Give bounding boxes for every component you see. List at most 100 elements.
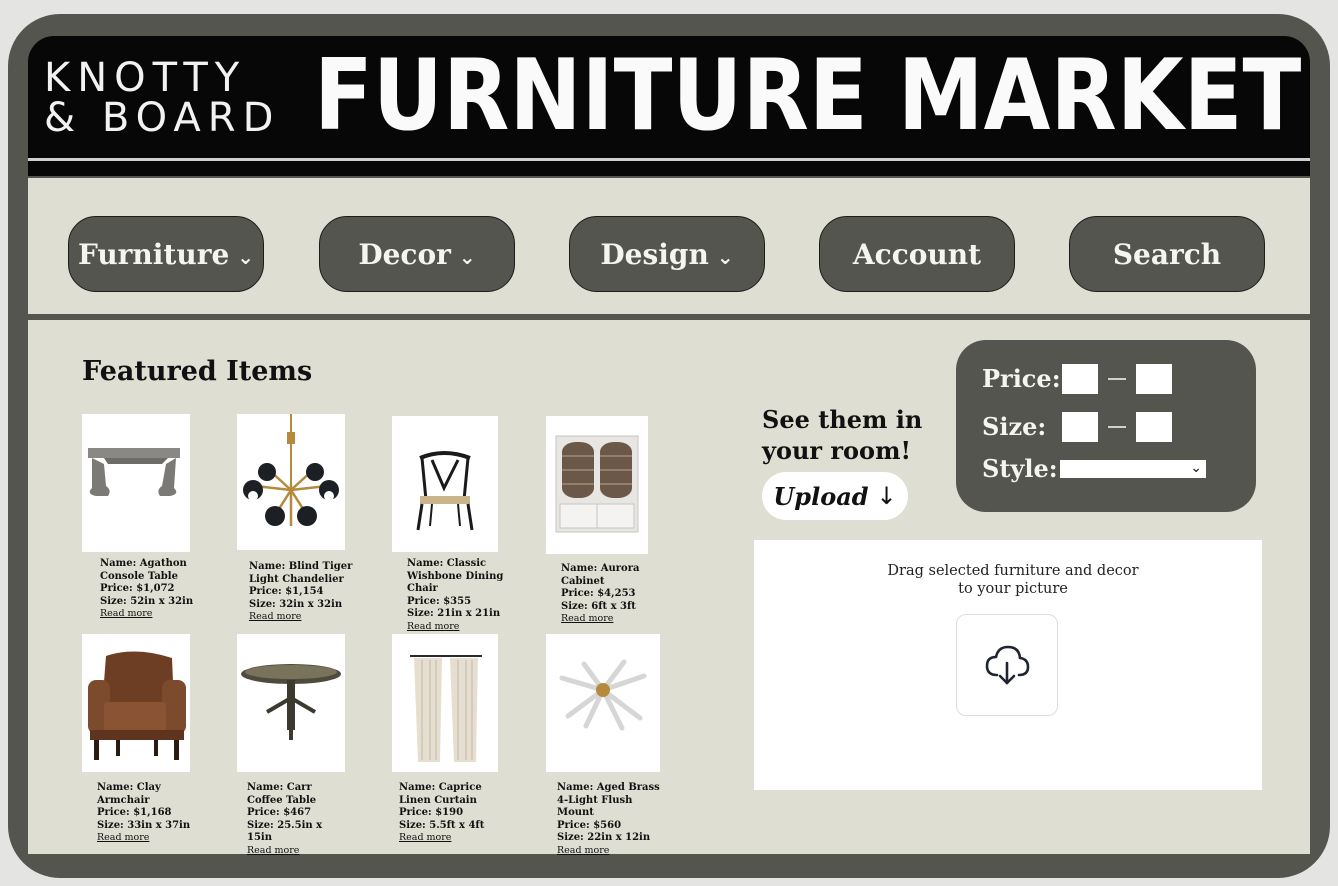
product-price: Price: $560 [557, 819, 622, 831]
product-image-coffee-table[interactable] [237, 634, 345, 772]
read-more-link[interactable]: Read more [97, 832, 197, 845]
style-select[interactable]: ⌄ [1060, 460, 1206, 478]
product-image-console-table[interactable] [82, 414, 190, 552]
product-name: Name: Caprice Linen Curtain [399, 782, 482, 806]
product-size: Size: 22in x 12in [557, 832, 651, 843]
read-more-link[interactable]: Read more [561, 613, 651, 626]
size-range-dash [1108, 426, 1126, 428]
product-info-chandelier: Name: Blind Tiger Light Chandelier Price… [249, 561, 353, 624]
main-content: Featured Items Name: Agathon Console Tab… [28, 320, 1310, 857]
nav-furniture-button[interactable]: Furniture ⌄ [68, 216, 264, 292]
room-title-line-1: See them in [762, 405, 923, 434]
price-min-input[interactable] [1062, 364, 1098, 394]
console-table-icon [88, 448, 180, 496]
product-price: Price: $467 [247, 807, 312, 818]
cabinet-icon [555, 435, 639, 533]
product-image-cabinet[interactable] [546, 416, 648, 554]
chevron-down-icon: ⌄ [237, 245, 255, 269]
product-name: Name: Aurora Cabinet [561, 563, 640, 587]
product-image-flush-mount[interactable] [546, 634, 660, 772]
featured-title: Featured Items [82, 356, 313, 387]
product-image-chandelier[interactable] [237, 414, 345, 550]
product-info-console-table: Name: Agathon Console Table Price: $1,07… [100, 558, 204, 621]
cloud-download-icon [985, 645, 1030, 685]
product-size: Size: 6ft x 3ft [561, 600, 636, 612]
nav-design-label: Design [600, 237, 709, 271]
product-info-curtain: Name: Caprice Linen Curtain Price: $190 … [399, 782, 499, 845]
read-more-link[interactable]: Read more [247, 845, 347, 858]
product-name: Name: Classic Wishbone Dining Chair [407, 558, 504, 594]
arrow-down-icon: ↓ [876, 482, 897, 510]
nav-decor-label: Decor [358, 237, 451, 271]
banner-divider [28, 158, 1310, 161]
brand-line-1: KNOTTY [44, 55, 247, 101]
read-more-link[interactable]: Read more [399, 832, 499, 845]
nav-search-label: Search [1112, 237, 1222, 271]
header-banner: KNOTTY & BOARD FURNITURE MARKET [28, 36, 1310, 176]
brand-line-2: & BOARD [44, 95, 281, 141]
upload-label: Upload [773, 481, 869, 511]
product-size: Size: 25.5in x 15in [247, 819, 323, 844]
room-title-line-2: your room! [762, 436, 911, 465]
brand-logo[interactable]: KNOTTY & BOARD [44, 58, 280, 138]
flush-mount-icon [559, 659, 647, 731]
price-filter-label: Price: [982, 364, 1061, 393]
product-price: Price: $355 [407, 595, 472, 607]
picture-drop-zone[interactable]: Drag selected furniture and decor to you… [754, 540, 1262, 790]
site-title: FURNITURE MARKET [314, 39, 1302, 153]
product-size: Size: 32in x 32in [249, 598, 343, 610]
product-name: Name: Carr Coffee Table [247, 782, 317, 806]
size-filter-label: Size: [982, 412, 1047, 441]
product-name: Name: Agathon Console Table [100, 558, 187, 582]
product-size: Size: 33in x 37in [97, 819, 191, 831]
read-more-link[interactable]: Read more [249, 611, 353, 624]
chevron-down-icon: ⌄ [716, 245, 734, 269]
product-name: Name: Aged Brass 4-Light Flush Mount [557, 782, 660, 818]
room-preview-title: See them in your room! [762, 404, 922, 466]
armchair-icon [88, 651, 186, 760]
chandelier-icon [243, 414, 339, 526]
product-info-armchair: Name: Clay Armchair Price: $1,168 Size: … [97, 782, 197, 845]
product-info-coffee-table: Name: Carr Coffee Table Price: $467 Size… [247, 782, 347, 857]
chevron-down-icon: ⌄ [1190, 460, 1202, 476]
nav-bar: Furniture ⌄ Decor ⌄ Design ⌄ Account Sea… [28, 178, 1310, 314]
read-more-link[interactable]: Read more [557, 845, 667, 858]
read-more-link[interactable]: Read more [100, 608, 204, 621]
nav-account-label: Account [852, 237, 982, 271]
drop-zone-instruction: Drag selected furniture and decor to you… [887, 563, 1139, 597]
dining-chair-icon [416, 451, 474, 531]
product-size: Size: 21in x 21in [407, 608, 501, 619]
price-max-input[interactable] [1136, 364, 1172, 394]
size-max-input[interactable] [1136, 412, 1172, 442]
product-image-curtain[interactable] [392, 634, 498, 772]
nav-account-button[interactable]: Account [819, 216, 1015, 292]
product-price: Price: $1,072 [100, 583, 175, 594]
product-size: Size: 5.5ft x 4ft [399, 819, 485, 831]
curtain-icon [410, 655, 482, 762]
product-price: Price: $190 [399, 807, 464, 818]
style-filter-label: Style: [982, 454, 1058, 483]
product-size: Size: 52in x 32in [100, 595, 194, 607]
coffee-table-icon [241, 664, 341, 740]
nav-search-button[interactable]: Search [1069, 216, 1265, 292]
nav-decor-button[interactable]: Decor ⌄ [319, 216, 515, 292]
product-image-dining-chair[interactable] [392, 416, 498, 552]
product-image-armchair[interactable] [82, 634, 190, 772]
product-info-cabinet: Name: Aurora Cabinet Price: $4,253 Size:… [561, 563, 651, 626]
product-name: Name: Clay Armchair [97, 782, 161, 806]
product-price: Price: $1,168 [97, 807, 172, 818]
product-price: Price: $1,154 [249, 586, 324, 597]
size-min-input[interactable] [1062, 412, 1098, 442]
filter-panel: Price: Size: Style: ⌄ [956, 340, 1256, 512]
price-range-dash [1108, 378, 1126, 380]
product-price: Price: $4,253 [561, 588, 636, 599]
upload-button[interactable]: Upload ↓ [762, 472, 908, 520]
product-name: Name: Blind Tiger Light Chandelier [249, 561, 353, 585]
nav-design-button[interactable]: Design ⌄ [569, 216, 765, 292]
nav-furniture-label: Furniture [77, 237, 230, 271]
product-info-flush-mount: Name: Aged Brass 4-Light Flush Mount Pri… [557, 782, 667, 857]
cloud-download-button[interactable] [956, 614, 1058, 716]
read-more-link[interactable]: Read more [407, 621, 507, 634]
chevron-down-icon: ⌄ [458, 245, 476, 269]
product-info-dining-chair: Name: Classic Wishbone Dining Chair Pric… [407, 558, 507, 633]
